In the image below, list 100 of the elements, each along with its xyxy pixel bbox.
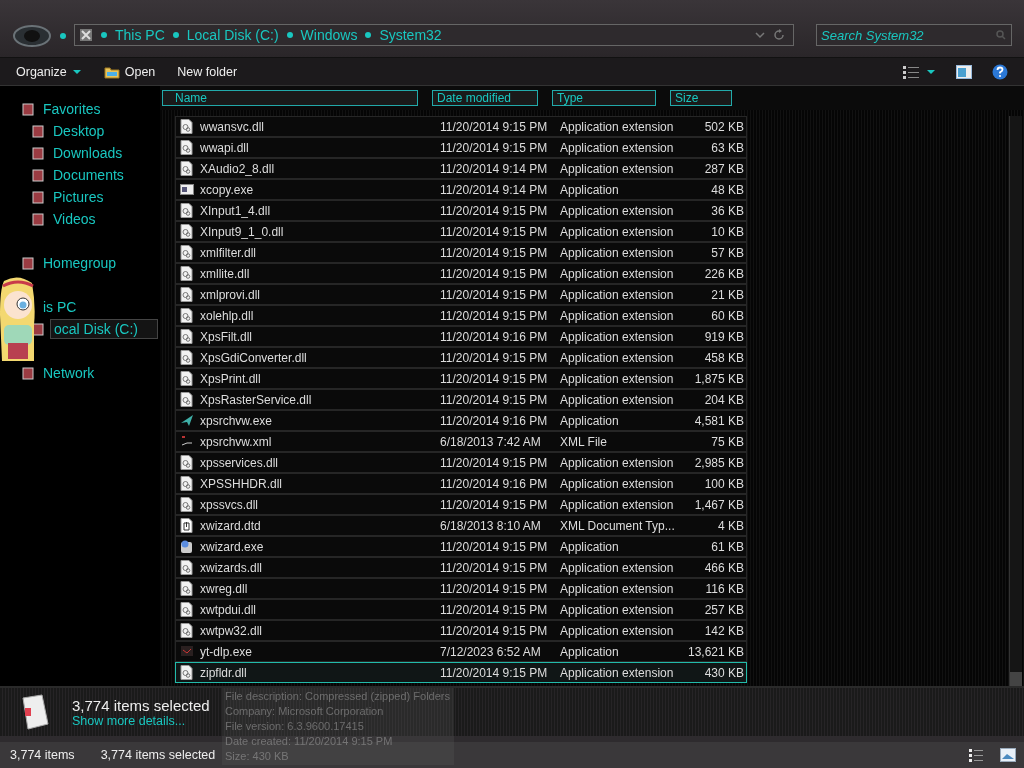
window-icon: [180, 182, 194, 197]
nav-item[interactable]: Favorites: [40, 100, 104, 118]
file-row[interactable]: xpsservices.dll 11/20/2014 9:15 PM Application extension 2,985 KB: [175, 452, 747, 473]
show-details-link[interactable]: Show more details...: [72, 713, 186, 728]
file-name: xwizards.dll: [200, 560, 262, 575]
file-row[interactable]: xwizard.dtd 6/18/2013 8:10 AM XML Document Typ... 4 KB: [175, 515, 747, 536]
zip-file-icon: [20, 694, 50, 730]
nav-item[interactable]: ocal Disk (C:): [50, 319, 158, 339]
file-row[interactable]: xmllite.dll 11/20/2014 9:15 PM Application extension 226 KB: [175, 263, 747, 284]
date-modified: 11/20/2014 9:16 PM: [440, 476, 549, 491]
file-gear-icon: [180, 350, 194, 365]
file-size: 116 KB: [704, 581, 744, 596]
breadcrumb-item[interactable]: Windows: [300, 27, 358, 43]
nav-item[interactable]: Homegroup: [40, 254, 120, 272]
file-size: 458 KB: [703, 350, 744, 365]
file-row[interactable]: xpsrchvw.xml 6/18/2013 7:42 AM XML File 75 KB: [175, 431, 747, 452]
file-size: 430 KB: [703, 665, 744, 680]
file-row[interactable]: yt-dlp.exe 7/12/2023 6:52 AM Application 13,621 KB: [175, 641, 747, 662]
list-view-icon: [902, 64, 920, 79]
nav-item[interactable]: Network: [40, 364, 98, 382]
file-name: xmlprovi.dll: [200, 287, 260, 302]
scrollbar[interactable]: [1009, 116, 1022, 686]
date-modified: 7/12/2023 6:52 AM: [440, 644, 542, 659]
file-name: xwreg.dll: [200, 581, 248, 596]
file-row[interactable]: XAudio2_8.dll 11/20/2014 9:14 PM Application extension 287 KB: [175, 158, 747, 179]
file-row[interactable]: XpsRasterService.dll 11/20/2014 9:15 PM Application extension 204 KB: [175, 389, 747, 410]
column-header[interactable]: Date modified: [432, 90, 538, 106]
date-modified: 11/20/2014 9:15 PM: [440, 371, 549, 386]
file-gear-icon: [180, 392, 194, 407]
toolbar-button[interactable]: Open: [95, 61, 166, 82]
file-row[interactable]: XInput1_4.dll 11/20/2014 9:15 PM Application extension 36 KB: [175, 200, 747, 221]
file-row[interactable]: wwapi.dll 11/20/2014 9:15 PM Application extension 63 KB: [175, 137, 747, 158]
file-row[interactable]: zipfldr.dll 11/20/2014 9:15 PM Application extension 430 KB: [175, 662, 747, 683]
file-size: 21 KB: [710, 287, 744, 302]
breadcrumb-item[interactable]: System32: [379, 27, 442, 43]
file-row[interactable]: xcopy.exe 11/20/2014 9:14 PM Application 48 KB: [175, 179, 747, 200]
file-name: XAudio2_8.dll: [200, 161, 275, 176]
file-row[interactable]: xwtpw32.dll 11/20/2014 9:15 PM Application extension 142 KB: [175, 620, 747, 641]
file-row[interactable]: xmlfilter.dll 11/20/2014 9:15 PM Application extension 57 KB: [175, 242, 747, 263]
nav-item[interactable]: Desktop: [50, 122, 108, 140]
file-gear-icon: [180, 497, 194, 512]
file-size: 61 KB: [710, 539, 744, 554]
file-gear-icon: [180, 245, 194, 260]
nav-item[interactable]: is PC: [40, 298, 80, 316]
nav-item[interactable]: Documents: [50, 166, 127, 184]
file-type: Application extension: [560, 245, 672, 260]
file-row[interactable]: XPSSHHDR.dll 11/20/2014 9:16 PM Application extension 100 KB: [175, 473, 747, 494]
file-row[interactable]: XpsPrint.dll 11/20/2014 9:15 PM Application extension 1,875 KB: [175, 368, 747, 389]
file-name: xwtpw32.dll: [200, 623, 263, 638]
file-name: yt-dlp.exe: [200, 644, 253, 659]
file-type: Application extension: [560, 392, 672, 407]
file-gear-icon: [180, 455, 194, 470]
file-type: Application extension: [560, 329, 672, 344]
organize-menu[interactable]: Organize: [8, 61, 92, 82]
file-type: Application extension: [560, 350, 672, 365]
file-size: 63 KB: [710, 140, 744, 155]
dot-icon: [365, 32, 372, 38]
file-row[interactable]: XInput9_1_0.dll 11/20/2014 9:15 PM Application extension 10 KB: [175, 221, 747, 242]
column-header[interactable]: Type: [552, 90, 656, 106]
column-header[interactable]: Name: [162, 90, 418, 106]
breadcrumb-item[interactable]: Local Disk (C:): [186, 27, 279, 43]
column-header[interactable]: Size: [670, 90, 732, 106]
file-row[interactable]: xwizard.exe 11/20/2014 9:15 PM Application 61 KB: [175, 536, 747, 557]
address-bar[interactable]: This PC Local Disk (C:) Windows System32: [74, 24, 794, 46]
nav-item[interactable]: Videos: [50, 210, 99, 228]
file-row[interactable]: xwizards.dll 11/20/2014 9:15 PM Application extension 466 KB: [175, 557, 747, 578]
file-type: Application: [560, 539, 620, 554]
search-field[interactable]: Search System32: [816, 24, 1012, 46]
file-type: XML Document Typ...: [560, 518, 672, 533]
nav-item[interactable]: Downloads: [50, 144, 126, 162]
file-row[interactable]: xpsrchvw.exe 11/20/2014 9:16 PM Application 4,581 KB: [175, 410, 747, 431]
file-size: 2,985 KB: [693, 455, 744, 470]
file-name: zipfldr.dll: [200, 665, 247, 680]
nav-item[interactable]: Pictures: [50, 188, 107, 206]
file-type: Application extension: [560, 224, 672, 239]
date-modified: 11/20/2014 9:15 PM: [440, 287, 549, 302]
file-size: 502 KB: [703, 119, 744, 134]
tooltip-line: File version: 6.3.9600.17415: [225, 719, 365, 734]
file-name: XpsGdiConverter.dll: [200, 350, 307, 365]
file-row[interactable]: xmlprovi.dll 11/20/2014 9:15 PM Application extension 21 KB: [175, 284, 747, 305]
toolbar-button[interactable]: New folder: [169, 61, 248, 82]
file-row[interactable]: wwansvc.dll 11/20/2014 9:15 PM Application extension 502 KB: [175, 116, 747, 137]
file-row[interactable]: xolehlp.dll 11/20/2014 9:15 PM Application extension 60 KB: [175, 305, 747, 326]
file-size: 75 KB: [710, 434, 744, 449]
file-type: XML File: [560, 434, 608, 449]
file-row[interactable]: xwreg.dll 11/20/2014 9:15 PM Application extension 116 KB: [175, 578, 747, 599]
file-type: Application: [560, 413, 620, 428]
breadcrumb-item[interactable]: This PC: [115, 27, 165, 43]
date-modified: 6/18/2013 8:10 AM: [440, 518, 542, 533]
file-row[interactable]: xwtpdui.dll 11/20/2014 9:15 PM Application extension 257 KB: [175, 599, 747, 620]
date-modified: 11/20/2014 9:16 PM: [440, 329, 549, 344]
file-gear-icon: [180, 581, 194, 596]
date-modified: 11/20/2014 9:14 PM: [440, 182, 549, 197]
file-name: xpsrchvw.xml: [200, 434, 272, 449]
file-row[interactable]: xpssvcs.dll 11/20/2014 9:15 PM Application extension 1,467 KB: [175, 494, 747, 515]
file-row[interactable]: XpsFilt.dll 11/20/2014 9:16 PM Application extension 919 KB: [175, 326, 747, 347]
file-type: Application extension: [560, 287, 672, 302]
tooltip-line: Date created: 11/20/2014 9:15 PM: [225, 734, 394, 749]
file-name: XInput9_1_0.dll: [200, 224, 284, 239]
file-row[interactable]: XpsGdiConverter.dll 11/20/2014 9:15 PM Application extension 458 KB: [175, 347, 747, 368]
